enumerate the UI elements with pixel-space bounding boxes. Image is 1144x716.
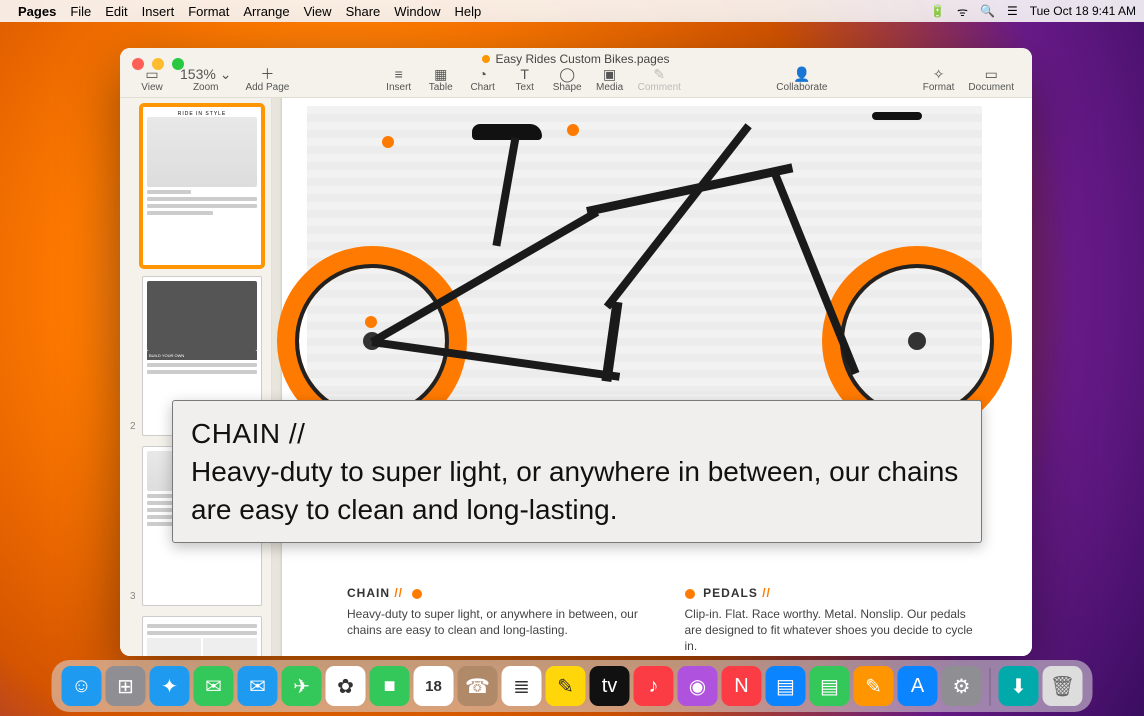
battery-icon[interactable]: 🔋: [930, 4, 945, 18]
menu-insert[interactable]: Insert: [142, 4, 175, 19]
text-icon: T: [520, 66, 529, 82]
comment-icon: ✎: [653, 66, 665, 82]
text-button[interactable]: TText: [505, 66, 545, 95]
chain-body: Heavy-duty to super light, or anywhere i…: [347, 606, 645, 638]
dock-app-podcasts[interactable]: ◉: [678, 666, 718, 706]
dock-app-appstore[interactable]: A: [898, 666, 938, 706]
media-button[interactable]: ▣Media: [590, 66, 630, 95]
dock-app-facetime[interactable]: ■: [370, 666, 410, 706]
bullet-icon: [685, 589, 695, 599]
dock-app-settings[interactable]: ⚙: [942, 666, 982, 706]
dock-app-safari[interactable]: ✦: [150, 666, 190, 706]
dock-app-tv[interactable]: tv: [590, 666, 630, 706]
shape-icon: ◯: [559, 66, 575, 82]
bike-seat: [472, 124, 542, 140]
column-pedals[interactable]: PEDALS // Clip-in. Flat. Race worthy. Me…: [685, 586, 983, 655]
add-page-button[interactable]: ＋Add Page: [239, 66, 295, 95]
spotlight-icon[interactable]: 🔍: [980, 4, 995, 18]
app-menu[interactable]: Pages: [18, 4, 56, 19]
collaborate-icon: 👤: [793, 66, 810, 82]
chart-button[interactable]: ◔Chart: [463, 66, 503, 95]
dock-app-numbers[interactable]: ▤: [810, 666, 850, 706]
dock-app-music[interactable]: ♪: [634, 666, 674, 706]
callout-dot[interactable]: [365, 316, 377, 328]
menu-window[interactable]: Window: [394, 4, 440, 19]
menu-edit[interactable]: Edit: [105, 4, 127, 19]
hover-body: Heavy-duty to super light, or anywhere i…: [191, 453, 963, 529]
thumbnail-page-1[interactable]: RIDE IN STYLE: [130, 106, 261, 266]
dock-app-news[interactable]: N: [722, 666, 762, 706]
dock-app-contacts[interactable]: ☎: [458, 666, 498, 706]
wifi-icon[interactable]: ᯤ: [957, 3, 968, 20]
zoom-value: 153% ⌄: [180, 66, 231, 82]
document-title[interactable]: Easy Rides Custom Bikes.pages: [495, 52, 669, 66]
pedals-body: Clip-in. Flat. Race worthy. Metal. Nonsl…: [685, 606, 983, 655]
menu-view[interactable]: View: [304, 4, 332, 19]
document-editor[interactable]: CHAIN // Heavy-duty to super light, or a…: [272, 98, 1032, 656]
control-center-icon[interactable]: ☰: [1007, 4, 1018, 18]
dock-app-calendar[interactable]: 18: [414, 666, 454, 706]
view-button[interactable]: ▭View: [132, 66, 172, 95]
collaborate-button[interactable]: 👤Collaborate: [770, 66, 833, 95]
handlebars: [872, 112, 922, 120]
callout-dot[interactable]: [567, 124, 579, 136]
dock-downloads[interactable]: ⬇: [999, 666, 1039, 706]
dock-app-messages[interactable]: ✉: [194, 666, 234, 706]
dock-app-pages[interactable]: ✎: [854, 666, 894, 706]
zoom-dropdown[interactable]: 153% ⌄Zoom: [174, 66, 237, 95]
menu-file[interactable]: File: [70, 4, 91, 19]
media-icon: ▣: [603, 66, 616, 82]
callout-dot[interactable]: [382, 136, 394, 148]
dock-trash[interactable]: 🗑: [1043, 666, 1083, 706]
dock-app-launchpad[interactable]: ⊞: [106, 666, 146, 706]
thumbnail-number: 3: [130, 591, 136, 602]
dock-app-maps[interactable]: ✈: [282, 666, 322, 706]
thumbnail-page-4[interactable]: 4: [130, 616, 261, 656]
view-icon: ▭: [145, 66, 158, 82]
document-button[interactable]: ▭Document: [962, 66, 1020, 95]
titlebar: Easy Rides Custom Bikes.pages ▭View 153%…: [120, 48, 1032, 98]
format-button[interactable]: ✧Format: [917, 66, 961, 95]
page-canvas[interactable]: CHAIN // Heavy-duty to super light, or a…: [282, 98, 1032, 656]
dock-app-keynote[interactable]: ▤: [766, 666, 806, 706]
page-thumbnails[interactable]: RIDE IN STYLE BUILD YOUR OWN 2 3 4: [120, 98, 272, 656]
dock-separator: [990, 668, 991, 706]
pages-window: Easy Rides Custom Bikes.pages ▭View 153%…: [120, 48, 1032, 656]
insert-icon: ≡: [395, 66, 403, 82]
document-icon: ▭: [985, 66, 998, 82]
bike-image[interactable]: [307, 106, 982, 446]
hover-title: CHAIN //: [191, 415, 963, 453]
dock-app-photos[interactable]: ✿: [326, 666, 366, 706]
table-button[interactable]: ▦Table: [421, 66, 461, 95]
dock-app-notes[interactable]: ✎: [546, 666, 586, 706]
comment-button[interactable]: ✎Comment: [632, 66, 687, 95]
menubar: Pages File Edit Insert Format Arrange Vi…: [0, 0, 1144, 22]
table-icon: ▦: [434, 66, 447, 82]
dock[interactable]: ☺⊞✦✉✉✈✿■18☎≣✎tv♪◉N▤▤✎A⚙⬇🗑: [52, 660, 1093, 712]
insert-button[interactable]: ≡Insert: [379, 66, 419, 95]
menu-arrange[interactable]: Arrange: [243, 4, 289, 19]
dock-app-finder[interactable]: ☺: [62, 666, 102, 706]
menu-share[interactable]: Share: [346, 4, 381, 19]
thumbnail-number: 2: [130, 421, 136, 432]
format-icon: ✧: [933, 66, 945, 82]
shape-button[interactable]: ◯Shape: [547, 66, 588, 95]
menu-help[interactable]: Help: [455, 4, 482, 19]
menubar-clock[interactable]: Tue Oct 18 9:41 AM: [1030, 4, 1136, 18]
plus-icon: ＋: [260, 66, 274, 82]
toolbar: ▭View 153% ⌄Zoom ＋Add Page ≡Insert ▦Tabl…: [120, 66, 1032, 95]
chart-icon: ◔: [478, 66, 486, 82]
hover-text-overlay: CHAIN // Heavy-duty to super light, or a…: [172, 400, 982, 543]
document-proxy-icon[interactable]: [482, 55, 490, 63]
dock-app-reminders[interactable]: ≣: [502, 666, 542, 706]
dock-app-mail[interactable]: ✉: [238, 666, 278, 706]
bullet-icon: [412, 589, 422, 599]
menu-format[interactable]: Format: [188, 4, 229, 19]
column-chain[interactable]: CHAIN // Heavy-duty to super light, or a…: [347, 586, 645, 655]
